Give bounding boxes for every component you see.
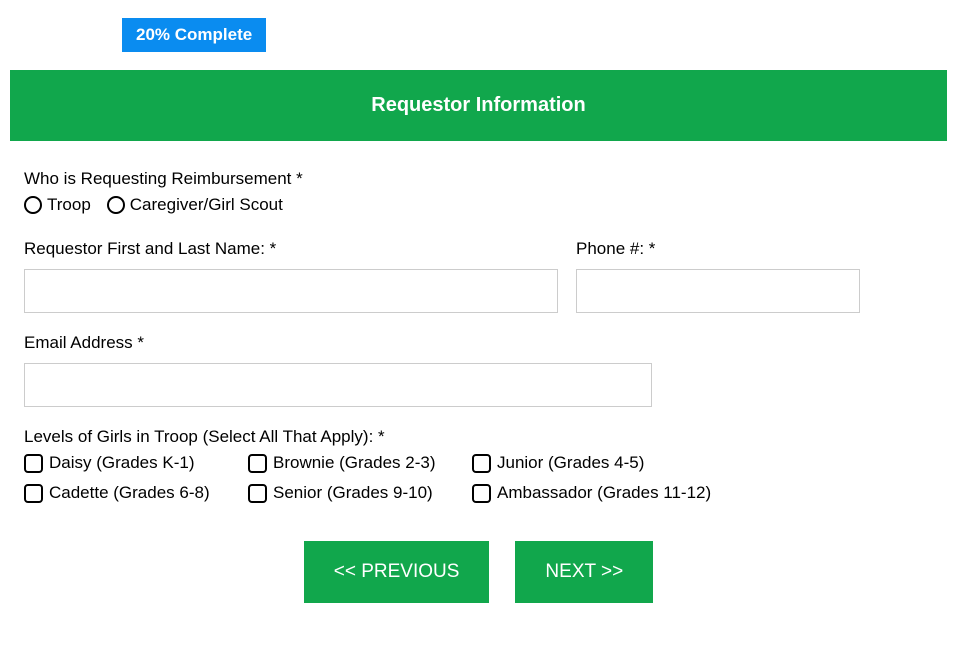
- progress-badge: 20% Complete: [122, 18, 266, 52]
- email-label: Email Address *: [24, 333, 652, 353]
- requester-type-label: Who is Requesting Reimbursement *: [24, 169, 933, 189]
- checkbox-label: Senior (Grades 9-10): [273, 483, 433, 503]
- name-label: Requestor First and Last Name: *: [24, 239, 558, 259]
- checkbox-senior[interactable]: Senior (Grades 9-10): [248, 483, 448, 503]
- radio-troop[interactable]: Troop: [24, 195, 91, 215]
- phone-label: Phone #: *: [576, 239, 860, 259]
- checkbox-icon: [472, 454, 491, 473]
- checkbox-daisy[interactable]: Daisy (Grades K-1): [24, 453, 224, 473]
- name-input[interactable]: [24, 269, 558, 313]
- checkbox-label: Ambassador (Grades 11-12): [497, 483, 711, 503]
- checkbox-junior[interactable]: Junior (Grades 4-5): [472, 453, 644, 473]
- phone-input[interactable]: [576, 269, 860, 313]
- checkbox-icon: [248, 454, 267, 473]
- radio-caregiver[interactable]: Caregiver/Girl Scout: [107, 195, 283, 215]
- levels-label: Levels of Girls in Troop (Select All Tha…: [24, 427, 933, 447]
- email-input[interactable]: [24, 363, 652, 407]
- checkbox-brownie[interactable]: Brownie (Grades 2-3): [248, 453, 448, 473]
- checkbox-label: Junior (Grades 4-5): [497, 453, 644, 473]
- radio-label: Caregiver/Girl Scout: [130, 195, 283, 215]
- checkbox-icon: [24, 484, 43, 503]
- next-button[interactable]: NEXT >>: [515, 541, 653, 603]
- checkbox-label: Cadette (Grades 6-8): [49, 483, 210, 503]
- checkbox-ambassador[interactable]: Ambassador (Grades 11-12): [472, 483, 711, 503]
- checkbox-cadette[interactable]: Cadette (Grades 6-8): [24, 483, 224, 503]
- checkbox-icon: [24, 454, 43, 473]
- previous-button[interactable]: << PREVIOUS: [304, 541, 490, 603]
- section-header: Requestor Information: [10, 70, 947, 141]
- checkbox-label: Brownie (Grades 2-3): [273, 453, 436, 473]
- checkbox-icon: [248, 484, 267, 503]
- checkbox-icon: [472, 484, 491, 503]
- radio-icon: [24, 196, 42, 214]
- radio-icon: [107, 196, 125, 214]
- checkbox-label: Daisy (Grades K-1): [49, 453, 194, 473]
- radio-label: Troop: [47, 195, 91, 215]
